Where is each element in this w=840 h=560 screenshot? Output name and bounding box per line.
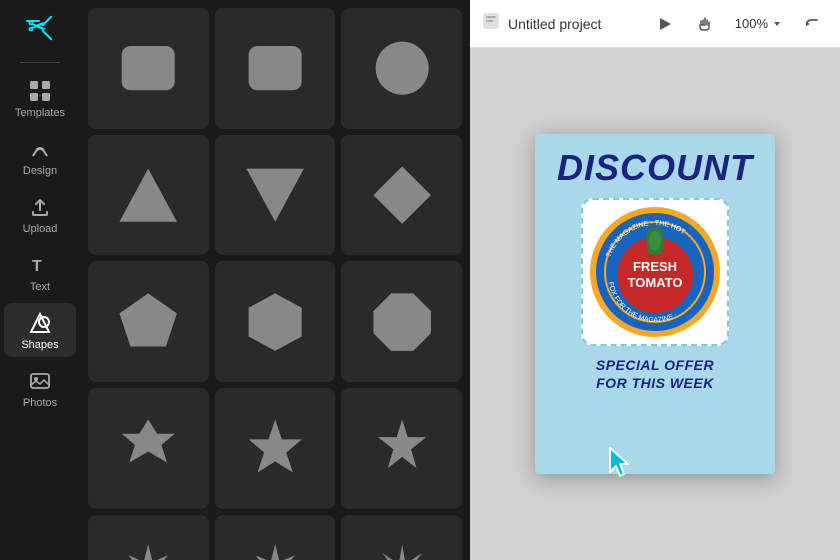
shape-diamond[interactable] (341, 135, 462, 256)
design-title: DISCOUNT (535, 134, 775, 194)
shape-hexagon[interactable] (215, 261, 336, 382)
svg-text:TOMATO: TOMATO (628, 275, 683, 290)
upload-label: Upload (23, 223, 58, 235)
shape-rounded-rect-1[interactable] (88, 8, 209, 129)
shape-rounded-rect-2[interactable] (215, 8, 336, 129)
zoom-value: 100% (735, 16, 768, 31)
shapes-icon (26, 309, 54, 337)
svg-text:✂: ✂ (28, 14, 46, 39)
subtitle-line2: FOR THIS WEEK (545, 374, 765, 392)
photos-label: Photos (23, 397, 57, 409)
svg-text:FRESH: FRESH (633, 259, 677, 274)
shapes-panel (80, 0, 470, 560)
sidebar: ✂ Templates Design (0, 0, 80, 560)
design-subtitle: SPECIAL OFFER FOR THIS WEEK (535, 346, 775, 396)
upload-icon (26, 193, 54, 221)
canvas-topbar: Untitled project 100% (470, 0, 840, 48)
sidebar-item-photos[interactable]: Photos (4, 361, 76, 415)
undo-button[interactable] (796, 8, 828, 40)
hand-tool-button[interactable] (689, 8, 721, 40)
shape-hexagon2[interactable] (88, 388, 209, 509)
templates-label: Templates (15, 107, 65, 119)
shapes-label: Shapes (21, 339, 58, 351)
shape-triangle-down[interactable] (215, 135, 336, 256)
shape-star5[interactable] (341, 388, 462, 509)
templates-icon (26, 77, 54, 105)
text-label: Text (30, 281, 50, 293)
app-logo: ✂ (22, 10, 58, 46)
play-button[interactable] (649, 8, 681, 40)
shape-star8b[interactable] (215, 515, 336, 560)
shape-triangle-up[interactable] (88, 135, 209, 256)
design-icon (26, 135, 54, 163)
shape-star6[interactable] (215, 388, 336, 509)
text-icon: T (26, 251, 54, 279)
canvas-viewport[interactable]: DISCOUNT (470, 48, 840, 560)
sidebar-divider (20, 62, 60, 63)
design-label: Design (23, 165, 57, 177)
project-icon (482, 12, 500, 35)
shapes-grid (88, 8, 462, 560)
tomato-badge: FRESH TOMATO THE MAGAZINE · THE HOT FOX … (590, 207, 720, 337)
shape-star8c[interactable] (341, 515, 462, 560)
design-canvas: DISCOUNT (535, 134, 775, 474)
zoom-control[interactable]: 100% (729, 12, 788, 35)
sidebar-item-shapes[interactable]: Shapes (4, 303, 76, 357)
topbar-actions: 100% (649, 8, 828, 40)
shape-circle[interactable] (341, 8, 462, 129)
svg-text:T: T (32, 258, 42, 275)
shape-pentagon[interactable] (88, 261, 209, 382)
sidebar-item-templates[interactable]: Templates (4, 71, 76, 125)
sidebar-item-design[interactable]: Design (4, 129, 76, 183)
photos-icon (26, 367, 54, 395)
sidebar-item-upload[interactable]: Upload (4, 187, 76, 241)
canvas-area: Untitled project 100% (470, 0, 840, 560)
project-title: Untitled project (508, 16, 641, 32)
sidebar-item-text[interactable]: T Text (4, 245, 76, 299)
subtitle-line1: SPECIAL OFFER (545, 356, 765, 374)
shape-octagon[interactable] (341, 261, 462, 382)
shape-star8a[interactable] (88, 515, 209, 560)
